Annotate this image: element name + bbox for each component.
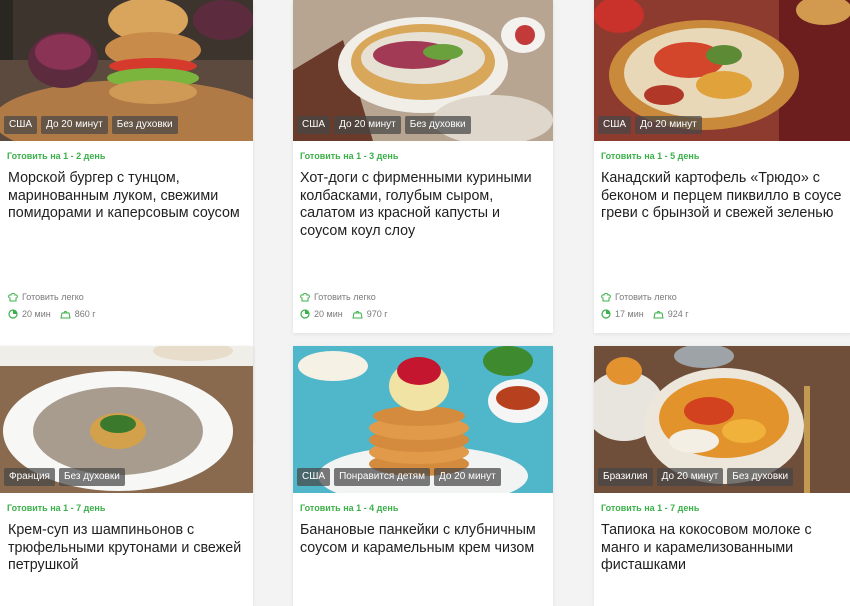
- tag-country: США: [4, 116, 38, 134]
- tag-time: До 20 минут: [334, 116, 401, 134]
- time-value: 20 мин: [22, 309, 51, 319]
- recipe-card[interactable]: США До 20 минут Готовить на 1 - 5 день К…: [594, 0, 850, 333]
- recipe-card[interactable]: Франция Без духовки Готовить на 1 - 7 де…: [0, 346, 253, 606]
- chef-hat-icon: [8, 292, 18, 301]
- tag-time: До 20 минут: [41, 116, 108, 134]
- weight-value: 924 г: [667, 309, 689, 319]
- cook-time: Готовить на 1 - 4 день: [300, 503, 399, 513]
- tag-no-oven: Без духовки: [58, 468, 125, 486]
- recipe-title[interactable]: Банановые панкейки с клубничным соусом и…: [300, 522, 545, 594]
- recipe-title[interactable]: Тапиока на кокосовом молоке с манго и ка…: [601, 522, 846, 594]
- recipe-card[interactable]: США Понравится детям До 20 минут Готовит…: [293, 346, 553, 606]
- difficulty-label: Готовить легко: [314, 292, 376, 302]
- cook-time: Готовить на 1 - 2 день: [7, 151, 106, 161]
- tag-country: США: [297, 468, 331, 486]
- weight-value: 860 г: [74, 309, 96, 319]
- time-weight-row: 17 мин 924 г: [601, 309, 689, 319]
- difficulty-row: Готовить легко: [601, 292, 677, 302]
- recipe-photo[interactable]: Бразилия До 20 минут Без духовки: [594, 346, 850, 493]
- timer-icon: [601, 309, 611, 319]
- tag-country: США: [598, 116, 632, 134]
- timer-icon: [300, 309, 310, 319]
- tag-country: Бразилия: [598, 468, 653, 486]
- recipe-photo[interactable]: США Понравится детям До 20 минут: [293, 346, 553, 493]
- recipe-photo[interactable]: Франция Без духовки: [0, 346, 253, 493]
- recipe-photo[interactable]: США До 20 минут: [594, 0, 850, 141]
- difficulty-label: Готовить легко: [615, 292, 677, 302]
- time-weight-row: 20 мин 860 г: [8, 309, 96, 319]
- recipe-card[interactable]: Бразилия До 20 минут Без духовки Готовит…: [594, 346, 850, 606]
- tag-time: До 20 минут: [656, 468, 724, 486]
- tag-country: США: [297, 116, 331, 134]
- difficulty-label: Готовить легко: [22, 292, 84, 302]
- tag-time: До 20 минут: [433, 468, 501, 486]
- tag-no-oven: Без духовки: [727, 468, 794, 486]
- time-value: 20 мин: [314, 309, 343, 319]
- recipe-title[interactable]: Морской бургер с тунцом, маринованным лу…: [8, 170, 245, 242]
- weight-value: 970 г: [366, 309, 388, 319]
- recipe-title[interactable]: Канадский картофель «Трюдо» с беконом и …: [601, 170, 846, 242]
- recipe-title[interactable]: Хот-доги с фирменными куриными колбаскам…: [300, 170, 545, 242]
- difficulty-row: Готовить легко: [8, 292, 84, 302]
- cook-time: Готовить на 1 - 3 день: [300, 151, 399, 161]
- recipe-card[interactable]: США До 20 минут Без духовки Готовить на …: [293, 0, 553, 333]
- time-weight-row: 20 мин 970 г: [300, 309, 388, 319]
- timer-icon: [8, 309, 18, 319]
- weight-icon: [653, 310, 664, 318]
- tag-kids: Понравится детям: [334, 468, 430, 486]
- cook-time: Готовить на 1 - 7 день: [7, 503, 106, 513]
- weight-icon: [60, 310, 71, 318]
- time-value: 17 мин: [615, 309, 644, 319]
- tag-time: До 20 минут: [635, 116, 702, 134]
- recipe-title[interactable]: Крем-суп из шампиньонов с трюфельными кр…: [8, 522, 245, 594]
- recipe-photo[interactable]: США До 20 минут Без духовки: [0, 0, 253, 141]
- tag-no-oven: Без духовки: [111, 116, 178, 134]
- chef-hat-icon: [300, 292, 310, 301]
- chef-hat-icon: [601, 292, 611, 301]
- cook-time: Готовить на 1 - 5 день: [601, 151, 700, 161]
- weight-icon: [352, 310, 363, 318]
- difficulty-row: Готовить легко: [300, 292, 376, 302]
- cook-time: Готовить на 1 - 7 день: [601, 503, 700, 513]
- tag-no-oven: Без духовки: [404, 116, 471, 134]
- tag-country: Франция: [4, 468, 55, 486]
- recipe-photo[interactable]: США До 20 минут Без духовки: [293, 0, 553, 141]
